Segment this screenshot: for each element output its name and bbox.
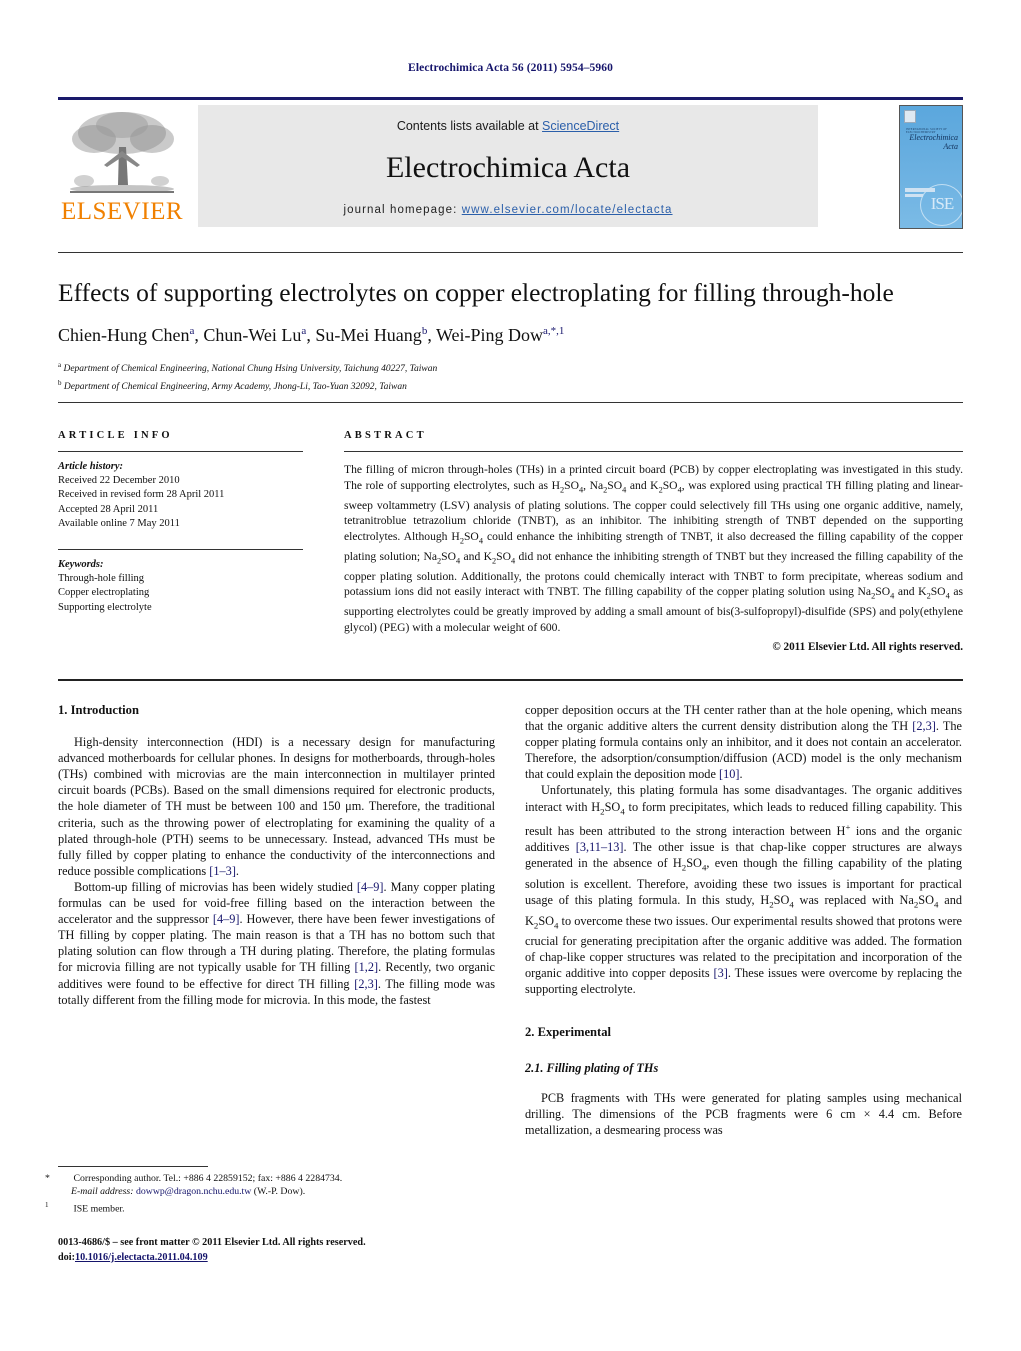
- imprint-doi: doi:10.1016/j.electacta.2011.04.109: [58, 1251, 495, 1266]
- title-top-rule: [58, 252, 963, 253]
- journal-article-page: Electrochimica Acta 56 (2011) 5954–5960: [0, 0, 1021, 1351]
- elsevier-logo: ELSEVIER: [58, 105, 186, 227]
- ise-badge-icon: ISE: [920, 184, 962, 226]
- affiliation-mark-b: b: [58, 379, 62, 388]
- affiliation-mark-a: a: [58, 361, 62, 369]
- abstract-bottom-rule: [58, 679, 963, 681]
- footnote-rule: [58, 1166, 208, 1167]
- history-item: Available online 7 May 2011: [58, 517, 180, 529]
- body-column-left: 1. Introduction High-density interconnec…: [58, 702, 495, 1008]
- abstract-copyright: © 2011 Elsevier Ltd. All rights reserved…: [772, 641, 963, 654]
- heading-experimental: 2. Experimental: [525, 1024, 612, 1039]
- article-info-column: ARTICLE INFO Article history: Received 2…: [58, 430, 303, 615]
- affiliation-a-text: Department of Chemical Engineering, Nati…: [63, 364, 438, 375]
- email-address-note[interactable]: E-mail address: dowwp@dragon.nchu.edu.tw…: [58, 1185, 495, 1198]
- author-list: Chien-Hung Chena, Chun-Wei Lua, Su-Mei H…: [58, 325, 565, 345]
- affiliation-bottom-rule: [58, 402, 963, 403]
- history-item: Received 22 December 2010: [58, 475, 180, 487]
- contents-available-line: Contents lists available at ScienceDirec…: [198, 119, 818, 133]
- journal-cover-thumbnail[interactable]: INTERNATIONAL SOCIETY OF ELECTROCHEMISTR…: [899, 105, 963, 229]
- keywords-block: Keywords: Through-hole filling Copper el…: [58, 558, 303, 615]
- masthead-center-band: Contents lists available at ScienceDirec…: [198, 105, 818, 227]
- article-history-label: Article history:: [58, 461, 124, 472]
- doi-label: doi:: [58, 1251, 75, 1263]
- abstract-text: The filling of micron through-holes (THs…: [344, 463, 963, 634]
- history-item: Received in revised form 28 April 2011: [58, 489, 225, 501]
- contents-prefix: Contents lists available at: [396, 119, 543, 133]
- corresponding-author-note: * Corresponding author. Tel.: +886 4 228…: [45, 1173, 343, 1184]
- cover-topbar-mark: [904, 110, 916, 123]
- affiliation-a: a Department of Chemical Engineering, Na…: [58, 358, 963, 376]
- paragraph: copper deposition occurs at the TH cente…: [525, 703, 963, 782]
- affiliation-b: b Department of Chemical Engineering, Ar…: [58, 376, 963, 394]
- elsevier-tree-icon: [70, 112, 174, 193]
- affiliation-list: a Department of Chemical Engineering, Na…: [58, 358, 963, 394]
- paragraph: Unfortunately, this plating formula has …: [525, 783, 962, 997]
- footnote-block: * Corresponding author. Tel.: +886 4 228…: [45, 1172, 495, 1215]
- heading-introduction: 1. Introduction: [58, 703, 139, 717]
- elsevier-wordmark: ELSEVIER: [60, 198, 184, 225]
- keyword-item: Copper electroplating: [58, 587, 150, 599]
- article-history-block: Article history: Received 22 December 20…: [58, 460, 303, 531]
- cover-title-line2: Acta: [943, 142, 958, 151]
- cover-decor-bar-2: [905, 194, 923, 197]
- paragraph: High-density interconnection (HDI) is a …: [58, 735, 495, 878]
- cover-title-line1: Electrochimica: [909, 133, 958, 142]
- body-column-right: copper deposition occurs at the TH cente…: [525, 702, 962, 1138]
- masthead-top-rule: [58, 97, 963, 100]
- paragraph: Bottom-up filling of microvias has been …: [58, 879, 496, 1007]
- keywords-rule: [58, 549, 303, 551]
- imprint-front-matter: 0013-4686/$ – see front matter © 2011 El…: [58, 1237, 366, 1248]
- abstract-rule: [344, 451, 963, 452]
- heading-filling-plating: 2.1. Filling plating of THs: [525, 1060, 659, 1075]
- homepage-prefix: journal homepage:: [343, 204, 462, 216]
- abstract-heading: ABSTRACT: [344, 430, 427, 441]
- history-item: Accepted 28 April 2011: [58, 503, 159, 515]
- keyword-item: Supporting electrolyte: [58, 601, 152, 613]
- paragraph: PCB fragments with THs were generated fo…: [525, 1090, 962, 1137]
- article-info-heading: ARTICLE INFO: [58, 430, 173, 441]
- keyword-item: Through-hole filling: [58, 573, 145, 585]
- journal-title: Electrochimica Acta: [385, 151, 631, 184]
- article-info-rule: [58, 451, 303, 452]
- keywords-label: Keywords:: [58, 559, 104, 571]
- journal-homepage-link[interactable]: www.elsevier.com/locate/electacta: [462, 204, 673, 216]
- running-head: Electrochimica Acta 56 (2011) 5954–5960: [408, 62, 613, 74]
- abstract-column: ABSTRACT The filling of micron through-h…: [344, 430, 963, 653]
- cover-title: Electrochimica Acta: [904, 133, 958, 151]
- journal-masthead: ELSEVIER Contents lists available at Sci…: [58, 97, 963, 232]
- imprint-block: 0013-4686/$ – see front matter © 2011 El…: [58, 1236, 495, 1265]
- sciencedirect-link[interactable]: ScienceDirect: [542, 119, 619, 133]
- ise-member-note: 1 ISE member.: [45, 1200, 125, 1215]
- doi-link[interactable]: 10.1016/j.electacta.2011.04.109: [75, 1252, 208, 1263]
- page-title: Effects of supporting electrolytes on co…: [58, 278, 894, 307]
- affiliation-b-text: Department of Chemical Engineering, Army…: [63, 382, 407, 393]
- journal-homepage-line: journal homepage: www.elsevier.com/locat…: [198, 204, 818, 216]
